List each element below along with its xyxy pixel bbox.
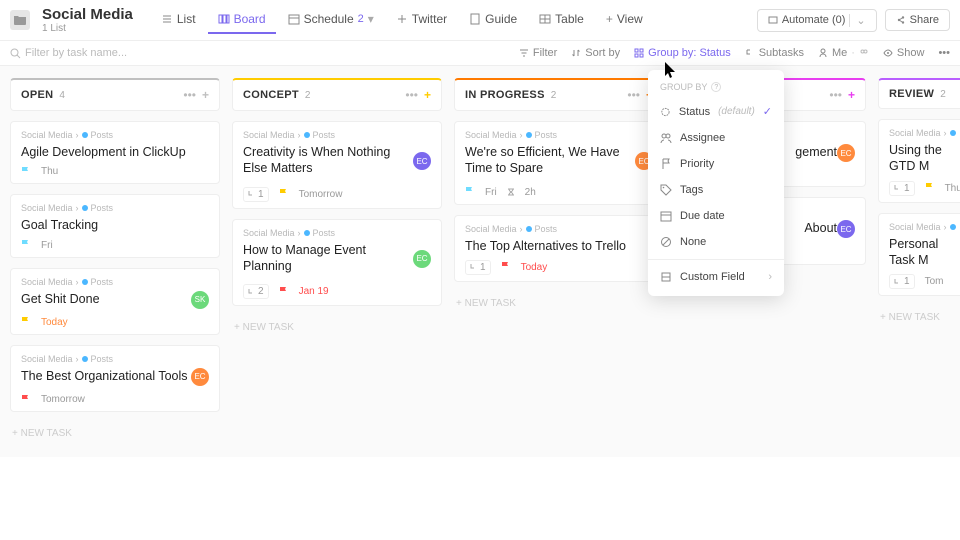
sort-button[interactable]: Sort by [571, 47, 620, 59]
column-header-concept[interactable]: CONCEPT 2 •••+ [232, 78, 442, 111]
group-option-priority[interactable]: Priority [648, 151, 784, 177]
task-card[interactable]: Social Media› Using the GTD M 1Thu [878, 119, 960, 203]
more-icon[interactable]: ••• [938, 47, 950, 59]
add-card-icon[interactable]: + [848, 88, 855, 102]
show-button[interactable]: Show [883, 47, 925, 59]
group-option-status[interactable]: Status (default) ✓ [648, 98, 784, 125]
task-card[interactable]: Social Media›Posts Goal Tracking Fri [10, 194, 220, 257]
avatar[interactable]: SK [191, 291, 209, 309]
task-card[interactable]: Social Media›Posts The Best Organization… [10, 345, 220, 412]
avatar[interactable]: EC [191, 368, 209, 386]
add-view[interactable]: +View [596, 6, 653, 34]
view-twitter[interactable]: Twitter [386, 6, 457, 34]
new-task-button[interactable]: + NEW TASK [878, 306, 960, 329]
task-card[interactable]: Social Media›Posts How to Manage Event P… [232, 219, 442, 307]
group-option-assignee[interactable]: Assignee [648, 125, 784, 151]
task-card[interactable]: Social Media›Posts The Top Alternatives … [454, 215, 664, 282]
task-card[interactable]: Social Media›Posts Get Shit DoneSK Today [10, 268, 220, 335]
breadcrumb: Social Media›Posts [21, 130, 209, 140]
flag-icon [660, 158, 672, 170]
search-input[interactable]: Filter by task name... [10, 47, 127, 59]
folder-icon [10, 10, 30, 30]
none-icon [660, 236, 672, 248]
view-schedule[interactable]: Schedule2▾ [278, 6, 384, 34]
group-option-none[interactable]: None [648, 229, 784, 255]
people-icon [660, 132, 672, 144]
more-icon[interactable]: ••• [829, 88, 842, 102]
person-icon [818, 48, 828, 58]
robot-icon [768, 15, 778, 25]
new-task-button[interactable]: + NEW TASK [454, 292, 664, 315]
status-icon [660, 106, 671, 118]
workspace-title: Social Media 1 List [42, 6, 133, 34]
task-card[interactable]: Social Media›Posts Agile Development in … [10, 121, 220, 184]
task-card[interactable]: Social Media›Posts We're so Efficient, W… [454, 121, 664, 205]
view-board[interactable]: Board [208, 6, 276, 34]
flag-icon [21, 167, 31, 177]
view-guide[interactable]: Guide [459, 6, 527, 34]
column-header-inprogress[interactable]: IN PROGRESS 2 •••+ [454, 78, 664, 111]
avatar[interactable]: EC [837, 144, 855, 162]
column-header-open[interactable]: OPEN 4 •••+ [10, 78, 220, 111]
calendar-icon [660, 210, 672, 222]
automate-button[interactable]: Automate (0) ⌄ [757, 9, 877, 32]
share-icon [896, 15, 906, 25]
more-icon[interactable]: ••• [627, 88, 640, 102]
board-area: OPEN 4 •••+ Social Media›Posts Agile Dev… [0, 66, 960, 457]
chevron-right-icon: › [768, 271, 772, 283]
people-icon[interactable] [859, 48, 869, 58]
me-button[interactable]: Me· [818, 47, 869, 59]
page-title: Social Media [42, 6, 133, 23]
filter-button[interactable]: Filter [519, 47, 557, 59]
hourglass-icon [507, 188, 515, 196]
add-card-icon[interactable]: + [202, 88, 209, 102]
custom-field-icon [660, 271, 672, 283]
page-subtitle: 1 List [42, 23, 133, 34]
share-button[interactable]: Share [885, 9, 950, 31]
cursor-icon [665, 62, 679, 80]
search-icon [10, 48, 21, 59]
more-icon[interactable]: ••• [183, 88, 196, 102]
group-by-dropdown: GROUP BY? Status (default) ✓ Assignee Pr… [648, 70, 784, 296]
subtask-count: 1 [243, 187, 269, 202]
tag-icon [660, 184, 672, 196]
new-task-button[interactable]: + NEW TASK [232, 316, 442, 339]
group-by-button[interactable]: Group by: Status [634, 47, 731, 59]
task-card[interactable]: Social Media› Personal Task M 1Tom [878, 213, 960, 297]
more-icon[interactable]: ••• [405, 88, 418, 102]
task-card[interactable]: Social Media›Posts Creativity is When No… [232, 121, 442, 209]
group-option-custom-field[interactable]: Custom Field› [648, 264, 784, 290]
view-table[interactable]: Table [529, 6, 594, 34]
add-card-icon[interactable]: + [424, 88, 431, 102]
view-list[interactable]: List [151, 6, 206, 34]
avatar[interactable]: EC [413, 250, 431, 268]
help-icon[interactable]: ? [711, 82, 721, 92]
check-icon: ✓ [763, 105, 772, 118]
group-option-tags[interactable]: Tags [648, 177, 784, 203]
avatar[interactable]: EC [837, 220, 855, 238]
eye-icon [883, 48, 893, 58]
column-header-review[interactable]: REVIEW 2 [878, 78, 960, 109]
avatar[interactable]: EC [413, 152, 431, 170]
new-task-button[interactable]: + NEW TASK [10, 422, 220, 445]
subtasks-button[interactable]: Subtasks [745, 47, 804, 59]
group-option-duedate[interactable]: Due date [648, 203, 784, 229]
chevron-down-icon[interactable]: ⌄ [849, 14, 865, 27]
